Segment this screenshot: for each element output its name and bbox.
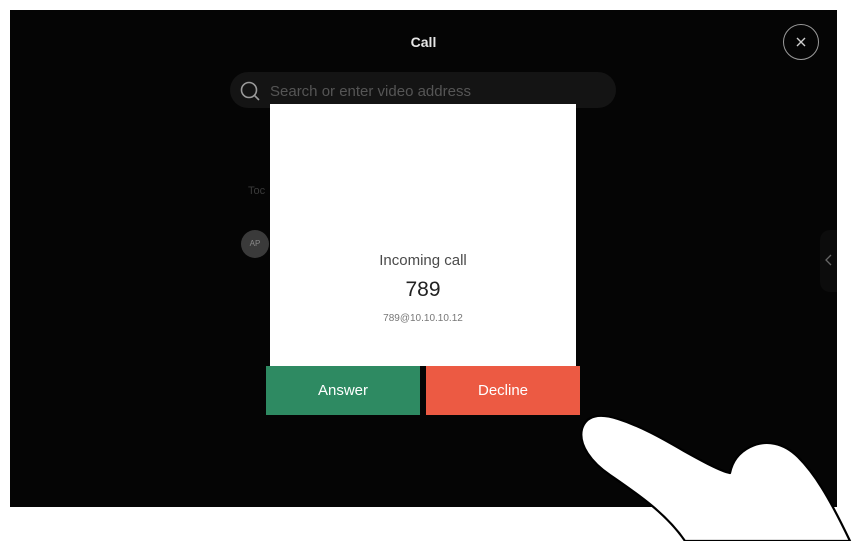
search-icon xyxy=(240,81,260,101)
dialog-title: Incoming call xyxy=(379,252,467,269)
answer-button[interactable]: Answer xyxy=(266,366,420,415)
decline-button[interactable]: Decline xyxy=(426,366,580,415)
side-panel-tab[interactable] xyxy=(820,230,837,292)
section-label: Toc xyxy=(248,185,266,197)
avatar[interactable]: AP xyxy=(241,230,269,258)
close-button[interactable] xyxy=(783,24,819,60)
incoming-call-dialog: Incoming call 789 789@10.10.10.12 xyxy=(270,104,576,366)
screen-title: Call xyxy=(410,34,437,50)
caller-address: 789@10.10.10.12 xyxy=(383,313,463,324)
caller-number: 789 xyxy=(405,278,441,301)
close-icon xyxy=(796,37,806,47)
search-bar[interactable] xyxy=(230,72,616,108)
search-input[interactable] xyxy=(268,78,602,104)
pointing-hand-icon xyxy=(580,414,852,541)
chevron-left-icon xyxy=(825,254,832,266)
